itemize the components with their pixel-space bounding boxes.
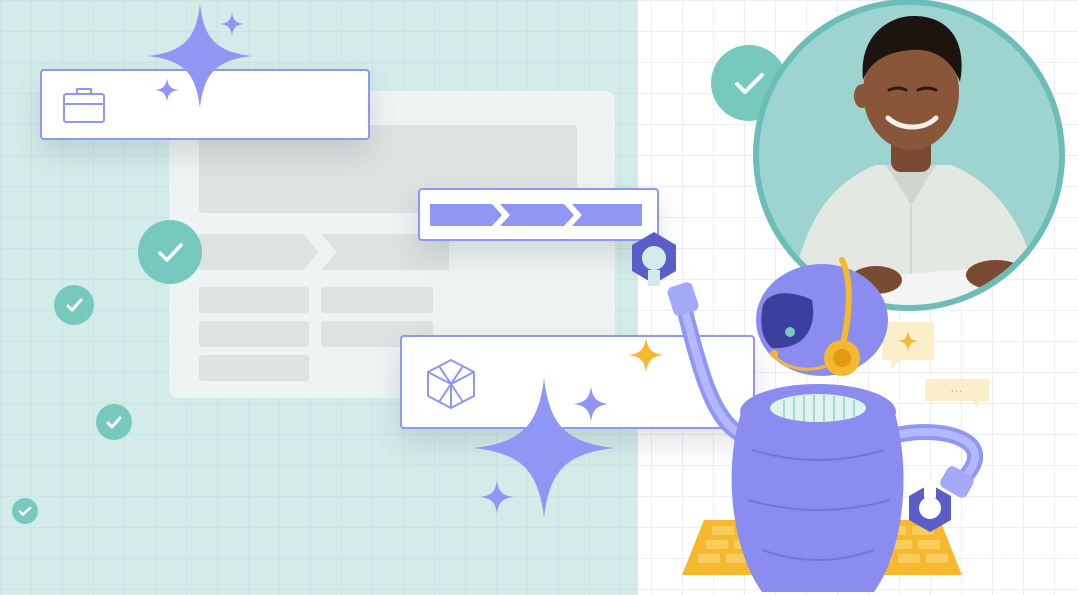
- sparkle-icon: [155, 78, 179, 102]
- briefcase-icon: [63, 88, 105, 123]
- check-icon: [96, 404, 132, 440]
- sparkle-icon: [573, 386, 609, 422]
- check-icon: [12, 498, 38, 524]
- check-icon: [138, 220, 202, 284]
- form-field: [199, 287, 309, 313]
- form-field: [199, 321, 309, 347]
- cube-icon: [427, 359, 475, 409]
- sparkle-icon: [480, 480, 514, 514]
- sparkle-icon: [220, 12, 244, 36]
- form-field: [321, 287, 433, 313]
- form-field: [199, 355, 309, 381]
- form-progress-steps: [199, 234, 449, 270]
- chevron-steps: [430, 204, 642, 226]
- check-icon: [54, 285, 94, 325]
- robot: [632, 232, 983, 592]
